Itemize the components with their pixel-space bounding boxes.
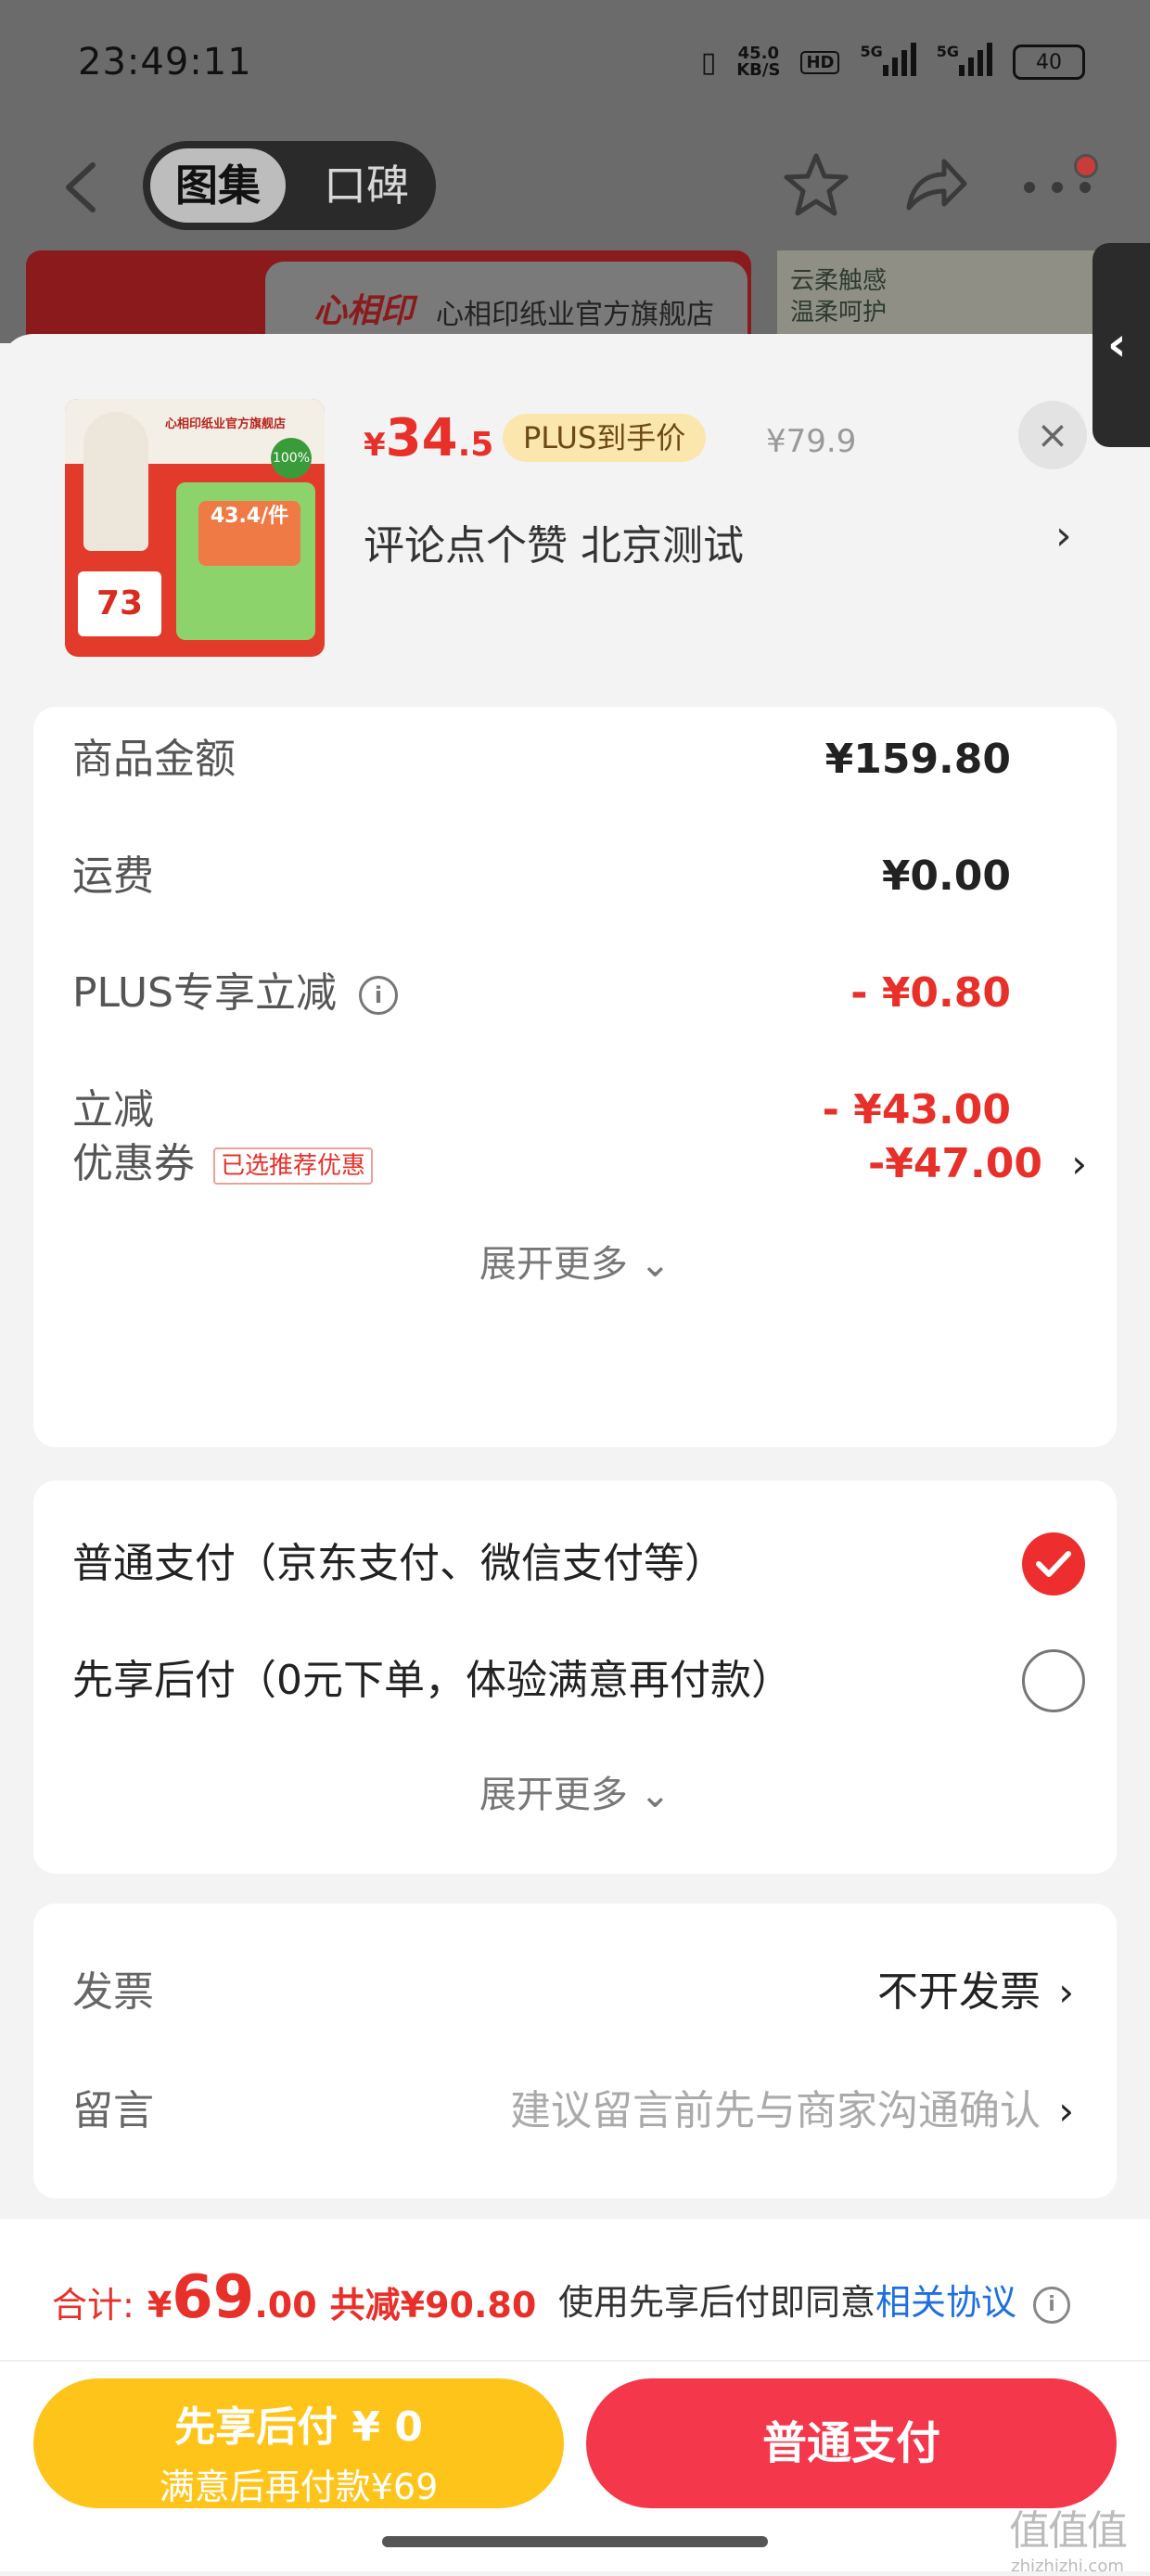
normal-pay-button[interactable]: 普通支付	[586, 2378, 1117, 2508]
favorite-star-icon[interactable]	[781, 150, 851, 221]
total-currency: ¥	[147, 2285, 172, 2326]
close-button[interactable]: ×	[1018, 401, 1087, 469]
vibrate-icon: ▯	[700, 45, 717, 79]
plus-discount-value: - ¥0.80	[850, 969, 1011, 1017]
payment-normal-label: 普通支付（京东支付、微信支付等）	[72, 1540, 725, 1587]
radio-checked-icon[interactable]	[1022, 1532, 1085, 1596]
pay-later-title: 先享后付 ¥ 0	[174, 2403, 423, 2451]
chevron-down-icon: ⌄	[639, 1243, 671, 1286]
price-integer: 34	[385, 408, 458, 468]
product-thumbnail[interactable]: 心相印纸业官方旗舰店 100% 43.4/件 73	[65, 399, 325, 657]
coupon-label: 优惠券	[72, 1140, 195, 1187]
total-decimal: .00	[254, 2285, 317, 2326]
promo-line-2: 温柔呵护	[790, 299, 888, 327]
price-decimal: .5	[457, 426, 494, 464]
battery-icon: 40	[1013, 45, 1085, 80]
info-icon[interactable]: i	[1033, 2286, 1071, 2324]
notification-dot	[1074, 154, 1098, 178]
fee-summary-card: 商品金额 ¥159.80 运费 ¥0.00 PLUS专享立减 i - ¥0.80 …	[33, 707, 1117, 1154]
payment-option-normal[interactable]: 普通支付（京东支付、微信支付等）	[72, 1527, 1092, 1601]
invoice-row[interactable]: 发票 不开发票 ›	[72, 1955, 1092, 2030]
promo-banner: 云柔触感 温柔呵护	[777, 250, 1102, 343]
status-time: 23:49:11	[78, 41, 252, 83]
back-icon[interactable]	[58, 160, 104, 215]
watermark-glyph: 值值值	[1009, 2507, 1128, 2555]
divider	[0, 2360, 1150, 2362]
coupon-selected-tag: 已选推荐优惠	[213, 1147, 374, 1185]
site-watermark: 值值值 zhizhizhi.com	[998, 2497, 1137, 2576]
product-price: ¥ 34 .5	[364, 408, 493, 473]
fee-row-goods: 商品金额 ¥159.80	[72, 727, 1074, 792]
total-discount: 共减¥90.80	[329, 2285, 537, 2326]
store-logo: 心相印	[313, 292, 415, 330]
total-integer: 69	[172, 2263, 255, 2332]
thumb-price: 73	[78, 571, 161, 636]
product-title[interactable]: 评论点个赞 北京测试	[364, 512, 744, 571]
signal-icon-2: 5G	[937, 43, 992, 82]
payment-expand-more[interactable]: 展开更多 ⌄	[33, 1764, 1117, 1818]
background-page: 23:49:11 ▯ 45.0 KB/S HD 5G 5G 40 图集 口碑 心相…	[0, 0, 1150, 343]
message-row[interactable]: 留言 建议留言前先与商家沟通确认 ›	[72, 2074, 1092, 2148]
goods-amount-value: ¥159.80	[824, 736, 1011, 783]
agreement-link[interactable]: 相关协议	[875, 2282, 1016, 2323]
fee-row-shipping: 运费 ¥0.00	[72, 844, 1074, 909]
invoice-label: 发票	[72, 1968, 154, 2016]
checkout-bottom-bar: 合计: ¥ 69 .00 共减¥90.80 使用先享后付即同意相关协议 i 先享后…	[0, 2219, 1150, 2576]
agreement-text: 使用先享后付即同意	[558, 2282, 876, 2323]
agreement-notice: 使用先享后付即同意相关协议 i	[558, 2275, 1071, 2330]
signal-icon-1: 5G	[860, 43, 916, 82]
plus-discount-label: PLUS专享立减	[72, 969, 337, 1017]
hd-icon: HD	[800, 50, 840, 74]
home-indicator[interactable]	[382, 2536, 768, 2547]
radio-unchecked-icon[interactable]	[1022, 1649, 1085, 1712]
chevron-right-icon[interactable]: ›	[1058, 1955, 1074, 2030]
fee-row-plus: PLUS专享立减 i - ¥0.80	[72, 961, 1074, 1026]
price-currency: ¥	[364, 427, 386, 464]
info-icon[interactable]: i	[359, 976, 398, 1015]
invoice-value: 不开发票	[877, 1968, 1041, 2016]
payment-method-card: 普通支付（京东支付、微信支付等） 先享后付（0元下单，体验满意再付款） 展开更多…	[33, 1480, 1117, 1874]
fee-expand-more[interactable]: 展开更多 ⌄	[33, 1234, 1117, 1288]
plus-price-badge: PLUS到手价	[503, 414, 707, 462]
status-icons: ▯ 45.0 KB/S HD 5G 5G 40	[701, 43, 1085, 82]
original-price: ¥79.9	[766, 423, 857, 460]
fee-row-coupon[interactable]: 优惠券 已选推荐优惠 -¥47.00 ›	[72, 1132, 1117, 1197]
store-name: 心相印纸业官方旗舰店	[436, 299, 714, 331]
chevron-left-icon: ‹	[1107, 317, 1127, 371]
thumb-brand: 心相印纸业官方旗舰店	[165, 417, 287, 431]
shipping-value: ¥0.00	[881, 852, 1011, 900]
chevron-right-icon[interactable]: ›	[1058, 2074, 1074, 2148]
fee-summary-card-cont: 优惠券 已选推荐优惠 -¥47.00 › 展开更多 ⌄	[33, 1132, 1117, 1447]
promo-line-1: 云柔触感	[790, 267, 888, 295]
chevron-right-icon[interactable]: ›	[1071, 1132, 1087, 1197]
total-label: 合计:	[52, 2285, 134, 2326]
thumb-deal-badge: 43.4/件	[198, 501, 300, 566]
net-speed: 45.0 KB/S	[736, 44, 781, 80]
chevron-right-icon[interactable]: ›	[1055, 512, 1072, 559]
goods-amount-label: 商品金额	[72, 736, 236, 783]
message-input[interactable]: 建议留言前先与商家沟通确认	[510, 2074, 1041, 2148]
tab-gallery[interactable]: 图集	[150, 148, 286, 223]
chevron-down-icon: ⌄	[639, 1774, 671, 1816]
message-label: 留言	[72, 2087, 154, 2134]
coupon-value: -¥47.00	[867, 1140, 1042, 1187]
thumb-quality-badge: 100%	[271, 438, 312, 479]
shipping-label: 运费	[72, 852, 154, 900]
order-options-card: 发票 不开发票 › 留言 建议留言前先与商家沟通确认 ›	[33, 1903, 1117, 2198]
watermark-text: zhizhizhi.com	[1011, 2557, 1124, 2576]
view-tabs: 图集 口碑	[143, 141, 436, 230]
payment-option-later[interactable]: 先享后付（0元下单，体验满意再付款）	[72, 1644, 1092, 1718]
payment-later-label: 先享后付（0元下单，体验满意再付款）	[72, 1657, 792, 1704]
pay-later-subtitle: 满意后再付款¥69	[159, 2467, 439, 2507]
share-icon[interactable]	[900, 150, 970, 221]
pay-later-button[interactable]: 先享后付 ¥ 0 满意后再付款¥69	[33, 2378, 564, 2508]
thumb-model	[83, 412, 148, 551]
order-total: 合计: ¥ 69 .00 共减¥90.80	[52, 2263, 536, 2338]
tab-reviews[interactable]: 口碑	[306, 141, 427, 230]
status-bar: 23:49:11 ▯ 45.0 KB/S HD 5G 5G 40	[0, 0, 1150, 139]
side-panel-handle[interactable]: ‹	[1092, 243, 1150, 447]
